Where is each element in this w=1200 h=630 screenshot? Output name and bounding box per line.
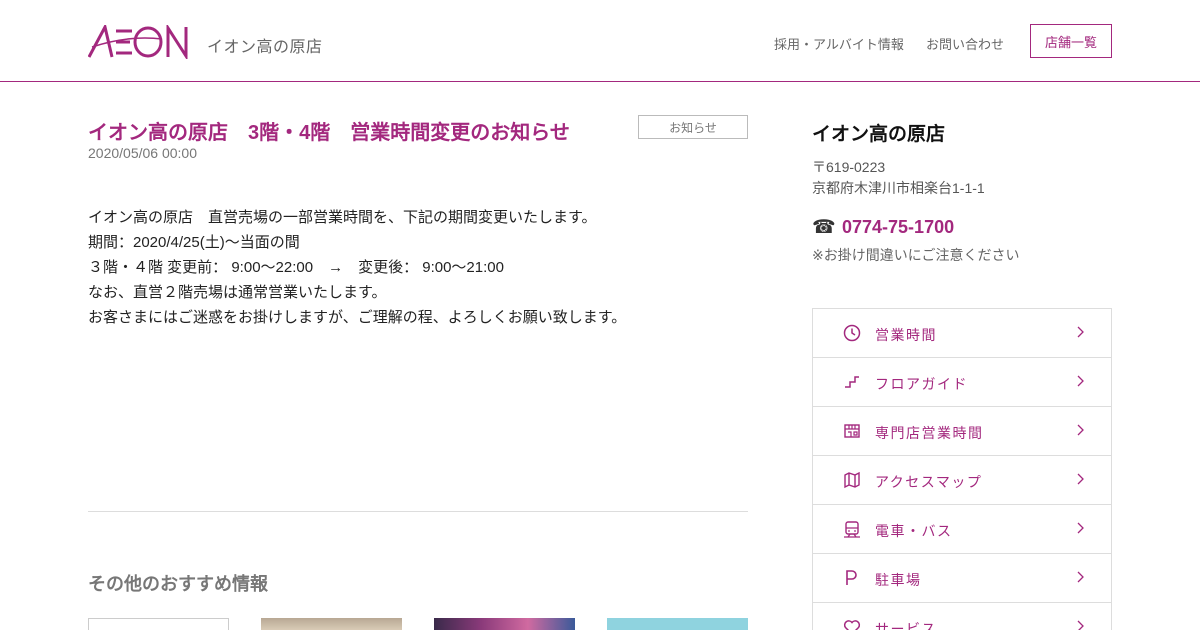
article-line: ３階・４階 変更前： 9:00～22:00 → 変更後： 9:00～21:00	[88, 259, 504, 276]
chevron-right-icon	[1077, 375, 1084, 387]
phone-number[interactable]: 0774-75-1700	[842, 217, 954, 238]
sidebar-item-label: 営業時間	[875, 327, 937, 343]
category-badge[interactable]: お知らせ	[638, 115, 748, 139]
chevron-right-icon	[1077, 522, 1084, 534]
sidebar-item-label: 専門店営業時間	[875, 425, 984, 441]
sidebar-item-label: アクセスマップ	[875, 474, 983, 490]
sidebar-item-shop-hours[interactable]: 専門店営業時間	[813, 407, 1111, 456]
header-store-name: イオン高の原店	[207, 39, 323, 56]
article-line: なお、直営２階売場は通常営業いたします。	[88, 284, 387, 301]
heart-icon	[843, 620, 861, 630]
chevron-right-icon	[1077, 473, 1084, 485]
section-divider	[88, 511, 748, 512]
recommend-thumbnail[interactable]	[434, 618, 575, 630]
phone-row: ☎ 0774-75-1700	[812, 216, 954, 239]
storefront-icon	[844, 424, 860, 438]
sidebar-menu: 営業時間 フロアガイド 専門店営業時間 アクセスマップ 電車・バス 駐車場 サー…	[812, 308, 1112, 630]
stairs-icon	[845, 376, 859, 388]
sidebar-item-parking[interactable]: 駐車場	[813, 554, 1111, 603]
sidebar-item-train-bus[interactable]: 電車・バス	[813, 505, 1111, 554]
aeon-logo[interactable]	[88, 25, 190, 59]
chevron-right-icon	[1077, 326, 1084, 338]
sidebar-item-label: 駐車場	[875, 572, 922, 588]
sidebar-item-label: サービス	[875, 621, 937, 630]
recommend-thumbnail[interactable]	[88, 618, 229, 630]
recruit-link[interactable]: 採用・アルバイト情報	[774, 34, 904, 53]
article-title: イオン高の原店 3階・4階 営業時間変更のお知らせ	[88, 122, 570, 144]
clock-icon	[843, 324, 861, 342]
store-list-button[interactable]: 店舗一覧	[1030, 24, 1112, 58]
sidebar-item-floor-guide[interactable]: フロアガイド	[813, 358, 1111, 407]
contact-link[interactable]: お問い合わせ	[926, 34, 1004, 53]
store-address: 京都府木津川市相楽台1-1-1	[812, 180, 985, 196]
sidebar-item-hours[interactable]: 営業時間	[813, 309, 1111, 358]
article-body: イオン高の原店 直営売場の一部営業時間を、下記の期間変更いたします。 期間：20…	[88, 205, 626, 330]
chevron-right-icon	[1077, 620, 1084, 630]
chevron-right-icon	[1077, 571, 1084, 583]
train-icon	[844, 521, 860, 538]
recommend-thumbnail[interactable]	[261, 618, 402, 630]
article-line: お客さまにはご迷惑をお掛けしますが、ご理解の程、よろしくお願い致します。	[88, 309, 627, 326]
sidebar-item-label: 電車・バス	[875, 523, 953, 539]
phone-note: ※お掛け間違いにご注意ください	[812, 247, 1020, 263]
chevron-right-icon	[1077, 424, 1084, 436]
phone-icon: ☎	[812, 217, 836, 238]
site-header: イオン高の原店 採用・アルバイト情報 お問い合わせ 店舗一覧	[0, 0, 1200, 82]
article-line: 期間：2020/4/25(土)～当面の間	[88, 234, 300, 251]
article-date: 2020/05/06 00:00	[88, 145, 197, 161]
sidebar-item-label: フロアガイド	[875, 376, 968, 392]
recommend-thumbnail[interactable]	[607, 618, 748, 630]
sidebar-store-name: イオン高の原店	[812, 124, 946, 145]
map-icon	[844, 471, 860, 489]
sidebar-item-service[interactable]: サービス	[813, 603, 1111, 630]
parking-icon	[846, 570, 857, 585]
article-line: イオン高の原店 直営売場の一部営業時間を、下記の期間変更いたします。	[88, 209, 597, 226]
postal-code: 〒619-0223	[812, 159, 886, 175]
sidebar-item-access-map[interactable]: アクセスマップ	[813, 456, 1111, 505]
recommend-heading: その他のおすすめ情報	[88, 574, 268, 594]
